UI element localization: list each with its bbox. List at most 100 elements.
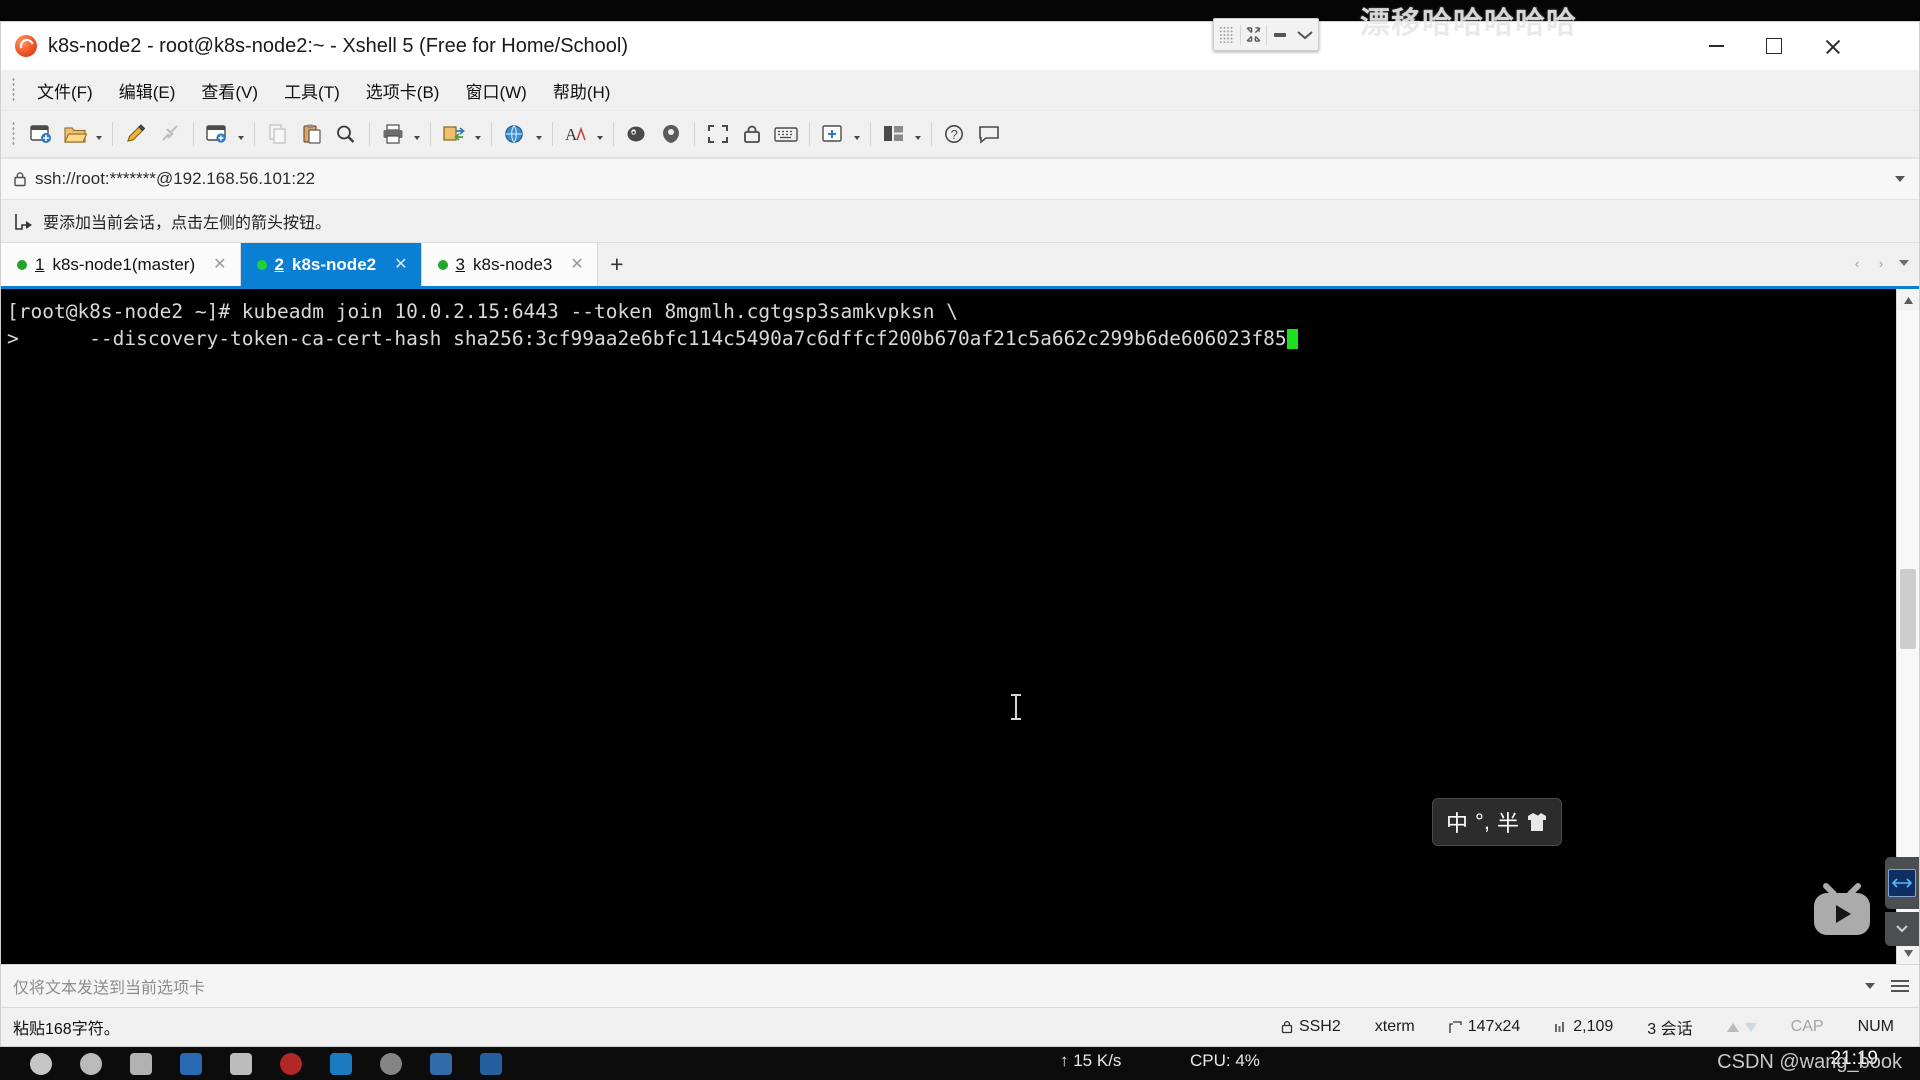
minimize-button[interactable] [1687, 22, 1745, 70]
menu-edit[interactable]: 编辑(E) [106, 73, 189, 108]
scrollbar-track[interactable] [1897, 311, 1919, 942]
tab-k8s-node2[interactable]: 2 k8s-node2 ✕ [240, 243, 422, 286]
font-icon[interactable]: A [559, 117, 593, 151]
close-button[interactable] [1803, 22, 1861, 70]
copy-icon[interactable] [261, 117, 295, 151]
menu-tools[interactable]: 工具(T) [271, 73, 353, 108]
divider [193, 122, 194, 146]
minimize-icon[interactable] [1267, 19, 1293, 50]
shirt-icon[interactable] [1526, 812, 1548, 832]
new-tab-button[interactable]: + [597, 243, 636, 286]
font-dropdown[interactable] [593, 117, 607, 151]
resize-widget[interactable] [1885, 857, 1919, 909]
collapse-arrows-icon[interactable] [1241, 19, 1267, 50]
scrollbar-thumb[interactable] [1900, 569, 1916, 649]
taskbar-icon-app2[interactable] [180, 1052, 202, 1075]
menu-window[interactable]: 窗口(W) [452, 73, 539, 108]
taskbar-icon-app8[interactable] [480, 1052, 502, 1075]
tab-status-dot [256, 259, 267, 270]
tab-index: 3 [455, 254, 465, 274]
chevron-down-icon[interactable] [1895, 176, 1905, 182]
disconnect-icon[interactable] [153, 117, 187, 151]
lock-icon[interactable] [735, 117, 769, 151]
hamburger-icon[interactable] [1891, 980, 1909, 992]
session-manager-icon[interactable] [200, 117, 234, 151]
fullscreen-icon[interactable] [701, 117, 735, 151]
tab-scroll-controls: ‹ › [1851, 243, 1913, 283]
find-icon[interactable] [329, 117, 363, 151]
add-tab-dropdown[interactable] [850, 117, 864, 151]
tab-close-icon[interactable]: ✕ [213, 256, 226, 273]
globe-icon[interactable] [498, 117, 532, 151]
divider [694, 122, 695, 146]
divider [491, 122, 492, 146]
taskbar-icon-app7[interactable] [430, 1052, 452, 1075]
layout-dropdown[interactable] [911, 117, 925, 151]
taskbar-icon-app5[interactable] [330, 1052, 352, 1075]
chevron-down-icon[interactable] [1865, 983, 1875, 989]
menu-drag-grip[interactable] [11, 77, 16, 103]
title-bar: k8s-node2 - root@k8s-node2:~ - Xshell 5 … [1, 22, 1919, 70]
taskbar-icon-app1[interactable] [130, 1052, 152, 1075]
app-logo-icon [15, 35, 37, 57]
status-size: 147x24 [1432, 1018, 1538, 1036]
tab-close-icon[interactable]: ✕ [570, 256, 583, 273]
edit-session-icon[interactable] [119, 117, 153, 151]
send-text-bar[interactable]: 仅将文本发送到当前选项卡 [1, 964, 1919, 1007]
notice-bar: 要添加当前会话，点击左侧的箭头按钮。 [1, 200, 1919, 243]
quick-command-icon[interactable] [620, 117, 654, 151]
print-dropdown[interactable] [410, 117, 424, 151]
menu-view[interactable]: 查看(V) [188, 73, 271, 108]
help-icon[interactable]: ? [938, 117, 972, 151]
bytes-icon [1555, 1021, 1565, 1032]
tab-close-icon[interactable]: ✕ [394, 256, 407, 273]
add-tab-icon[interactable] [816, 117, 850, 151]
scroll-up-icon[interactable] [1897, 289, 1919, 311]
address-input[interactable]: ssh://root:*******@192.168.56.101:22 [35, 169, 315, 189]
new-session-icon[interactable] [24, 117, 58, 151]
divider [552, 122, 553, 146]
menu-file[interactable]: 文件(F) [24, 73, 106, 108]
status-num-lock: NUM [1857, 1018, 1894, 1035]
address-bar[interactable]: ssh://root:*******@192.168.56.101:22 [1, 158, 1919, 200]
open-folder-icon[interactable] [58, 117, 92, 151]
terminal-screen[interactable]: [root@k8s-node2 ~]# kubeadm join 10.0.2.… [1, 289, 1896, 964]
layout-icon[interactable] [877, 117, 911, 151]
menu-tabs[interactable]: 选项卡(B) [353, 73, 453, 108]
session-manager-dropdown[interactable] [234, 117, 248, 151]
bilibili-logo-icon[interactable] [1808, 880, 1876, 940]
ime-mode: 中 [1446, 811, 1469, 836]
horizontal-arrows-icon[interactable] [1888, 869, 1916, 897]
ime-indicator[interactable]: 中 °, 半 [1432, 798, 1562, 846]
tab-scroll-left[interactable]: ‹ [1851, 256, 1863, 271]
paste-icon[interactable] [295, 117, 329, 151]
taskbar-icon-app3[interactable] [230, 1052, 252, 1075]
toolbar-drag-grip[interactable] [11, 121, 16, 147]
divider [112, 122, 113, 146]
tab-k8s-node3[interactable]: 3 k8s-node3 ✕ [421, 243, 598, 286]
taskbar-icon-app6[interactable] [380, 1052, 402, 1075]
taskbar-icon-search[interactable] [80, 1052, 102, 1075]
keyboard-icon[interactable] [769, 117, 803, 151]
floating-mini-toolbar[interactable] [1213, 18, 1319, 51]
menu-help[interactable]: 帮助(H) [540, 73, 624, 108]
print-icon[interactable] [376, 117, 410, 151]
transfer-icon[interactable] [437, 117, 471, 151]
divider [254, 122, 255, 146]
tab-list-dropdown-icon[interactable] [1899, 260, 1909, 266]
send-text-input[interactable]: 仅将文本发送到当前选项卡 [13, 974, 205, 998]
compose-pane-icon[interactable] [654, 117, 688, 151]
chevron-down-icon[interactable] [1293, 19, 1319, 50]
taskbar-icon-start[interactable] [30, 1052, 52, 1075]
globe-dropdown[interactable] [532, 117, 546, 151]
maximize-button[interactable] [1745, 22, 1803, 70]
transfer-dropdown[interactable] [471, 117, 485, 151]
add-session-icon[interactable] [15, 213, 34, 230]
grid-dots-icon[interactable] [1214, 19, 1240, 50]
chat-icon[interactable] [972, 117, 1006, 151]
taskbar-icon-app4[interactable] [280, 1052, 302, 1075]
tab-k8s-node1[interactable]: 1 k8s-node1(master) ✕ [1, 243, 241, 286]
open-folder-dropdown[interactable] [92, 117, 106, 151]
collapse-widget[interactable] [1885, 912, 1919, 946]
tab-scroll-right[interactable]: › [1875, 256, 1887, 271]
